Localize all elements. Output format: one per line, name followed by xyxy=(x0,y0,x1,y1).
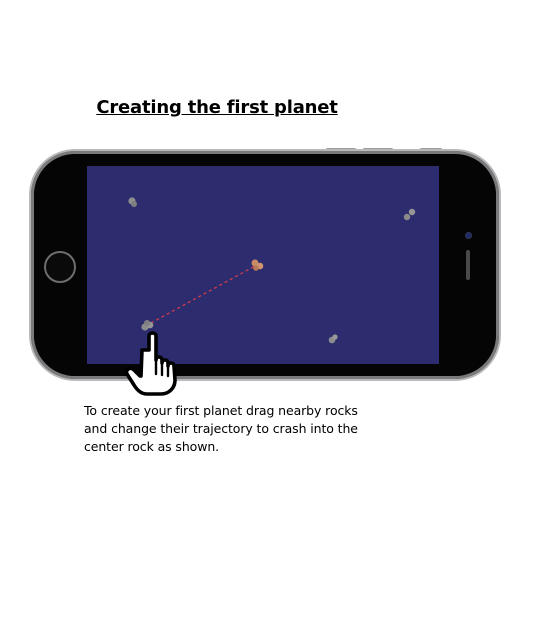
instructions-line: and change their trajectory to crash int… xyxy=(84,421,358,436)
home-button-icon xyxy=(44,251,76,283)
instructions-line: center rock as shown. xyxy=(84,439,220,454)
page-title: Creating the first planet xyxy=(96,97,338,118)
rock[interactable] xyxy=(328,334,338,344)
pointing-hand-icon xyxy=(120,330,190,396)
trajectory-line xyxy=(150,265,256,324)
center-rock xyxy=(251,259,264,271)
speaker-icon xyxy=(466,250,470,280)
camera-icon xyxy=(465,232,472,239)
rock[interactable] xyxy=(403,208,416,221)
dragged-rock[interactable] xyxy=(141,320,154,331)
instructions-text: To create your first planet drag nearby … xyxy=(84,402,384,456)
instructions-line: To create your first planet drag nearby … xyxy=(84,403,358,418)
rock[interactable] xyxy=(128,197,137,207)
